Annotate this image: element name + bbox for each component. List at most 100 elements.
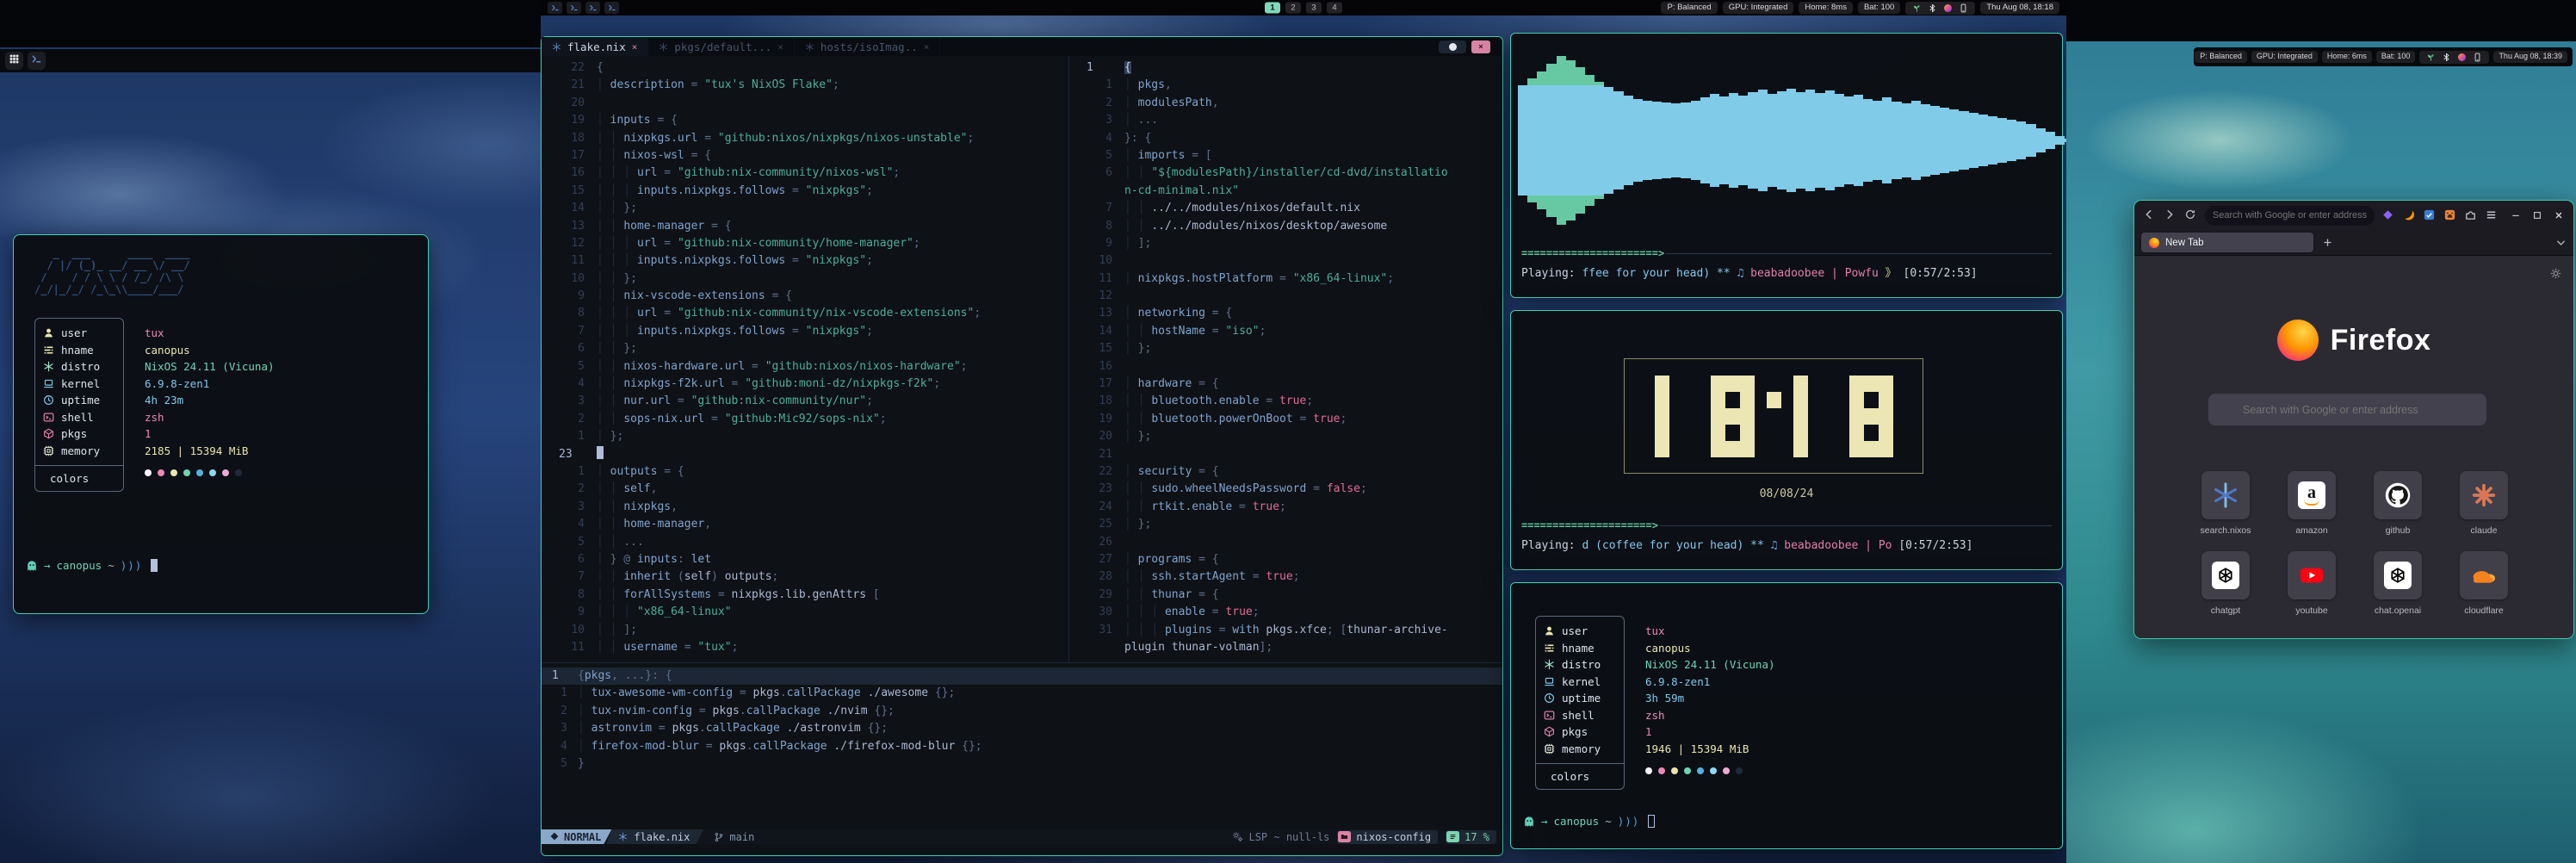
bar-app-icon[interactable] xyxy=(567,2,581,14)
bar-clock[interactable]: Thu Aug 08, 18:18 xyxy=(1980,2,2059,14)
newtab-search-input[interactable] xyxy=(2208,394,2486,425)
bar-app-icon[interactable] xyxy=(585,2,600,14)
buffer-tab-pkgs-default-[interactable]: pkgs/default...× xyxy=(648,37,795,56)
ghost-icon xyxy=(26,560,38,572)
code-line: 3│ ... xyxy=(1069,112,1502,129)
phone-icon[interactable] xyxy=(2473,53,2482,62)
code-line: 5} xyxy=(542,755,1502,773)
code-line: 10 xyxy=(1069,252,1502,270)
buffer-tab-flake-nix[interactable]: flake.nix× xyxy=(542,37,648,56)
buffer-close-button[interactable] xyxy=(1471,40,1490,53)
code-pane-pkgs[interactable]: 1{pkgs, ...}: {1│ tux-awesome-wm-config … xyxy=(542,663,1502,829)
fetch-row-hname: hname xyxy=(1544,640,1624,657)
lines-icon xyxy=(1446,831,1459,842)
tab-close-icon[interactable]: × xyxy=(924,41,930,53)
tab-close-icon[interactable]: × xyxy=(632,41,638,53)
buffer-toggle-button[interactable] xyxy=(1439,40,1466,53)
apps-grid-button[interactable] xyxy=(5,52,23,70)
close-button[interactable] xyxy=(2554,210,2565,221)
code-line: 10│ │ ]; xyxy=(542,622,1068,639)
workspace-button-2[interactable]: 2 xyxy=(1285,3,1301,14)
user-icon xyxy=(1544,625,1555,636)
fetch-row-user: user xyxy=(43,325,123,342)
tab-list-chevron[interactable] xyxy=(2555,237,2567,248)
tab-new-tab[interactable]: New Tab xyxy=(2141,233,2313,252)
code-line: 17│ hardware = { xyxy=(1069,376,1502,393)
prompt-host: canopus xyxy=(1554,815,1600,828)
shell-prompt[interactable]: → canopus ~ ))) xyxy=(26,559,158,572)
shortcut-tile-amazon[interactable]: aamazon xyxy=(2269,471,2355,536)
code-line: 6│ │ "${modulesPath}/installer/cd-dvd/in… xyxy=(1069,165,1502,182)
shortcut-tile-cloudflare[interactable]: cloudflare xyxy=(2441,551,2527,616)
newtab-settings-gear-icon[interactable] xyxy=(2549,267,2562,280)
now-playing: Playing: d (coffee for your head) ** ♫ b… xyxy=(1521,539,2052,552)
code-pane-flake[interactable]: 22{21│ description = "tux's NixOS Flake"… xyxy=(542,56,1068,662)
shortcut-tile-chatgpt[interactable]: chatgpt xyxy=(2183,551,2269,616)
shell-prompt[interactable]: → canopus ~ ))) xyxy=(1523,815,1655,828)
firefox-tabstrip: New Tab xyxy=(2134,230,2573,256)
reload-button[interactable] xyxy=(2184,208,2198,222)
extensions-puzzle-icon[interactable] xyxy=(2464,208,2478,222)
bar-module[interactable]: P: Balanced xyxy=(1661,2,1717,14)
maximize-button[interactable] xyxy=(2532,210,2543,221)
buffer-tab-hosts-isoImag-[interactable]: hosts/isoImag..× xyxy=(795,37,941,56)
bar-module[interactable]: GPU: Integrated xyxy=(2251,51,2318,63)
extension-icon-tampermonkey[interactable] xyxy=(2443,208,2457,222)
terminal-app-button[interactable] xyxy=(28,52,46,70)
code-line: n-cd-minimal.nix" xyxy=(1069,183,1502,200)
project-chip[interactable]: nixos-config xyxy=(1337,830,1438,844)
lsp-status: LSP ~ null-ls xyxy=(1232,831,1329,843)
firefox-tray-icon[interactable] xyxy=(1943,3,1953,13)
bar-module[interactable]: P: Balanced xyxy=(2195,51,2247,63)
fetch-row-pkgs: pkgs xyxy=(1544,723,1624,741)
code-line: 7│ │ inherit (self) outputs; xyxy=(542,568,1068,586)
fetch-value-uptime: 3h 59m xyxy=(1645,690,1775,707)
bluetooth-icon[interactable] xyxy=(1928,3,1937,13)
fetch-value-pkgs: 1 xyxy=(1645,723,1775,741)
network-icon[interactable] xyxy=(1912,3,1922,13)
bar-module[interactable]: GPU: Integrated xyxy=(1723,2,1794,14)
bar-module[interactable]: Bat: 100 xyxy=(2376,51,2416,63)
bar-clock[interactable]: Thu Aug 08, 18:39 xyxy=(2493,51,2567,63)
shortcut-tile-search-nixos[interactable]: search.nixos xyxy=(2183,471,2269,536)
workspace-button-4[interactable]: 4 xyxy=(1327,3,1342,14)
shortcut-label: chat.openai xyxy=(2375,605,2421,616)
clock-window: 08/08/24 =====================> Playing:… xyxy=(1510,310,2063,570)
extension-icon-purple-diamond[interactable] xyxy=(2381,208,2395,222)
bar-module[interactable]: Bat: 100 xyxy=(1858,2,1900,14)
firefox-tray-icon[interactable] xyxy=(2457,53,2467,62)
bar-app-icon[interactable] xyxy=(604,2,619,14)
forward-button[interactable] xyxy=(2164,208,2177,222)
workspace-button-1[interactable]: 1 xyxy=(1265,3,1280,14)
fetch-row-colors: colors xyxy=(1536,763,1624,789)
bar-app-icon[interactable] xyxy=(548,2,562,14)
shortcut-tile-claude[interactable]: claude xyxy=(2441,471,2527,536)
shortcut-tile-chat-openai[interactable]: chat.openai xyxy=(2355,551,2441,616)
menu-icon[interactable] xyxy=(2485,208,2499,222)
extension-icon-blue[interactable] xyxy=(2423,208,2437,222)
new-tab-button[interactable] xyxy=(2322,237,2333,248)
firefox-logo xyxy=(2277,320,2319,361)
shortcut-tile-youtube[interactable]: youtube xyxy=(2269,551,2355,616)
phone-icon[interactable] xyxy=(1959,3,1968,13)
bufferline: flake.nix×pkgs/default...×hosts/isoImag.… xyxy=(542,37,1502,56)
bar-module[interactable]: Home: 6ms xyxy=(2322,51,2372,63)
folder-icon xyxy=(1338,831,1351,842)
extension-icon-orange-swoosh[interactable] xyxy=(2402,208,2416,222)
cloudflare-icon xyxy=(2460,551,2508,599)
bar-module[interactable]: Home: 8ms xyxy=(1799,2,1853,14)
left-monitor-wallpaper: _ ___ ____ ____ / |/ (_)_ __/ __ \/ __/ … xyxy=(0,47,541,863)
tab-close-icon[interactable]: × xyxy=(777,41,783,53)
terminal-icon xyxy=(31,53,42,69)
network-icon[interactable] xyxy=(2426,53,2436,62)
mode-segment: NORMAL xyxy=(542,829,611,844)
code-pane-isoimage[interactable]: 1{1│ pkgs,2│ modulesPath,3│ ...4}: {5│ i… xyxy=(1069,56,1502,662)
workspace-button-3[interactable]: 3 xyxy=(1306,3,1322,14)
code-line: 14│ │ }; xyxy=(542,200,1068,217)
shortcut-tile-github[interactable]: github xyxy=(2355,471,2441,536)
cava-window: ======================> Playing: ffee fo… xyxy=(1510,33,2063,298)
minimize-button[interactable] xyxy=(2511,210,2522,221)
back-button[interactable] xyxy=(2143,208,2157,222)
bluetooth-icon[interactable] xyxy=(2442,53,2451,62)
url-bar[interactable] xyxy=(2205,206,2375,226)
